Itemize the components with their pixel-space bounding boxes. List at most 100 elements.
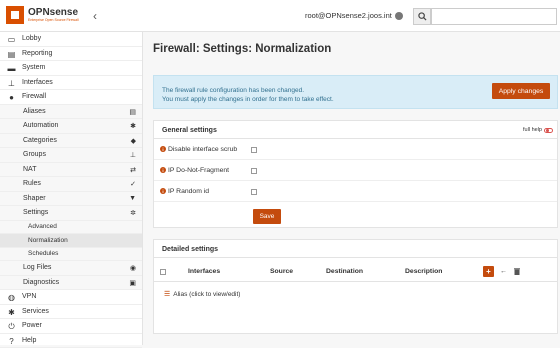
sidebar-item-label: Shaper: [23, 195, 46, 202]
sidebar-item-label: Log Files: [23, 264, 51, 271]
table-header: Interfaces Source Destination Descriptio…: [154, 262, 557, 282]
ip-random-id-checkbox[interactable]: [251, 189, 257, 195]
report-icon: ▤: [7, 50, 16, 59]
sidebar-item-label: Groups: [23, 151, 46, 158]
logo-name: OPNsense: [28, 8, 79, 18]
sidebar-item-lobby[interactable]: ▭ Lobby: [0, 32, 142, 47]
setting-row-disable-scrub: i Disable interface scrub: [154, 140, 557, 160]
list-icon: ☰: [164, 290, 170, 298]
sidebar-item-label: Power: [22, 322, 42, 329]
column-source[interactable]: Source: [270, 268, 293, 275]
setting-label: Disable interface scrub: [168, 146, 237, 153]
search-button[interactable]: [413, 8, 431, 25]
search-input[interactable]: [431, 8, 557, 25]
sidebar-item-reporting[interactable]: ▤ Reporting: [0, 47, 142, 62]
page-title: Firewall: Settings: Normalization: [153, 43, 331, 55]
sidebar-item-services[interactable]: ✱ Services: [0, 305, 142, 320]
gear-icon: ✱: [130, 122, 136, 130]
toggle-icon: [544, 128, 553, 133]
sidebar-item-automation[interactable]: Automation ✱: [0, 119, 142, 134]
alert-line-2: You must apply the changes in order for …: [162, 96, 334, 103]
sidebar-item-rules[interactable]: Rules ✓: [0, 177, 142, 192]
sidebar-item-log-files[interactable]: Log Files ◉: [0, 261, 142, 276]
sidebar-item-label: VPN: [22, 293, 36, 300]
logo-tagline: Enterprise Open Source Firewall: [28, 19, 79, 23]
setting-row-ip-random-id: i IP Random id: [154, 182, 557, 202]
sidebar-item-label: System: [22, 64, 45, 71]
cogs-icon: ✲: [130, 209, 136, 217]
sidebar-item-label: Help: [22, 337, 36, 344]
status-dot-icon[interactable]: [395, 12, 403, 20]
sitemap-icon: ⊥: [130, 151, 136, 159]
sidebar-item-label: Advanced: [28, 223, 57, 230]
plug-icon: ⏻: [7, 322, 16, 331]
sidebar-item-label: Firewall: [22, 93, 46, 100]
sidebar-item-label: Reporting: [22, 50, 52, 57]
sidebar-item-label: Rules: [23, 180, 41, 187]
logo[interactable]: OPNsense Enterprise Open Source Firewall: [6, 6, 79, 24]
sidebar-item-label: Automation: [23, 122, 58, 129]
detailed-settings-panel: Detailed settings Interfaces Source Dest…: [153, 239, 558, 334]
add-rule-button[interactable]: +: [483, 266, 494, 277]
search-icon: [418, 12, 427, 21]
alias-link[interactable]: ☰ Alias (click to view/edit): [164, 290, 240, 298]
sidebar-item-nat[interactable]: NAT ⇄: [0, 163, 142, 178]
sidebar-item-label: Interfaces: [22, 79, 53, 86]
sidebar-item-categories[interactable]: Categories ◆: [0, 134, 142, 149]
medkit-icon: ▣: [129, 279, 136, 287]
disable-scrub-checkbox[interactable]: [251, 147, 257, 153]
column-destination[interactable]: Destination: [326, 268, 363, 275]
info-icon[interactable]: i: [160, 146, 166, 152]
check-icon: ✓: [130, 180, 136, 188]
apply-changes-alert: The firewall rule configuration has been…: [153, 75, 558, 109]
move-icon[interactable]: ←: [498, 266, 509, 277]
ip-dnf-checkbox[interactable]: [251, 168, 257, 174]
sidebar-item-advanced[interactable]: Advanced: [0, 221, 142, 235]
sidebar-item-interfaces[interactable]: ⊥ Interfaces: [0, 76, 142, 91]
apply-changes-button[interactable]: Apply changes: [492, 83, 550, 99]
sidebar-item-shaper[interactable]: Shaper ▼: [0, 192, 142, 207]
sidebar-item-aliases[interactable]: Aliases ▤: [0, 105, 142, 120]
info-icon[interactable]: i: [160, 167, 166, 173]
sidebar-item-help[interactable]: ? Help: [0, 334, 142, 348]
general-settings-panel: General settings full help i Disable int…: [153, 120, 558, 228]
laptop-icon: ▭: [7, 35, 16, 44]
sidebar-item-label: Lobby: [22, 35, 41, 42]
sidebar-item-vpn[interactable]: ◍ VPN: [0, 290, 142, 305]
column-interfaces[interactable]: Interfaces: [188, 268, 220, 275]
cog-icon: ✱: [7, 308, 16, 317]
select-all-checkbox[interactable]: [160, 269, 166, 275]
sidebar-item-schedules[interactable]: Schedules: [0, 248, 142, 262]
full-help-toggle[interactable]: full help: [523, 127, 553, 133]
server-icon: ▬: [7, 64, 16, 73]
sidebar-item-system[interactable]: ▬ System: [0, 61, 142, 76]
collapse-sidebar-icon[interactable]: ‹: [93, 9, 97, 23]
top-bar: OPNsense Enterprise Open Source Firewall…: [0, 0, 560, 32]
sidebar: ▭ Lobby ▤ Reporting ▬ System ⊥ Interface…: [0, 32, 143, 345]
sidebar-item-label: Services: [22, 308, 49, 315]
sidebar-item-label: Aliases: [23, 108, 46, 115]
column-description[interactable]: Description: [405, 268, 442, 275]
sidebar-item-label: Normalization: [28, 237, 68, 244]
globe-icon: ◍: [7, 293, 16, 302]
setting-label: IP Random id: [168, 188, 209, 195]
sidebar-item-settings[interactable]: Settings ✲: [0, 206, 142, 221]
user-label[interactable]: root@OPNsense2.joos.int: [305, 11, 392, 20]
sidebar-item-groups[interactable]: Groups ⊥: [0, 148, 142, 163]
save-button[interactable]: Save: [253, 209, 281, 224]
sidebar-item-power[interactable]: ⏻ Power: [0, 319, 142, 334]
setting-row-ip-dnf: i IP Do-Not-Fragment: [154, 161, 557, 181]
sidebar-item-firewall[interactable]: ● Firewall: [0, 90, 142, 105]
sidebar-item-label: Categories: [23, 137, 57, 144]
alert-line-1: The firewall rule configuration has been…: [162, 87, 304, 94]
panel-title: Detailed settings: [162, 246, 218, 253]
sidebar-item-label: Schedules: [28, 250, 58, 257]
setting-label: IP Do-Not-Fragment: [168, 167, 229, 174]
help-icon: ?: [7, 337, 16, 346]
delete-icon[interactable]: [511, 266, 522, 277]
sidebar-item-normalization[interactable]: Normalization: [0, 234, 142, 248]
info-icon[interactable]: i: [160, 188, 166, 194]
eye-icon: ◉: [130, 264, 136, 272]
sidebar-item-diagnostics[interactable]: Diagnostics ▣: [0, 276, 142, 291]
sidebar-item-label: Diagnostics: [23, 279, 59, 286]
